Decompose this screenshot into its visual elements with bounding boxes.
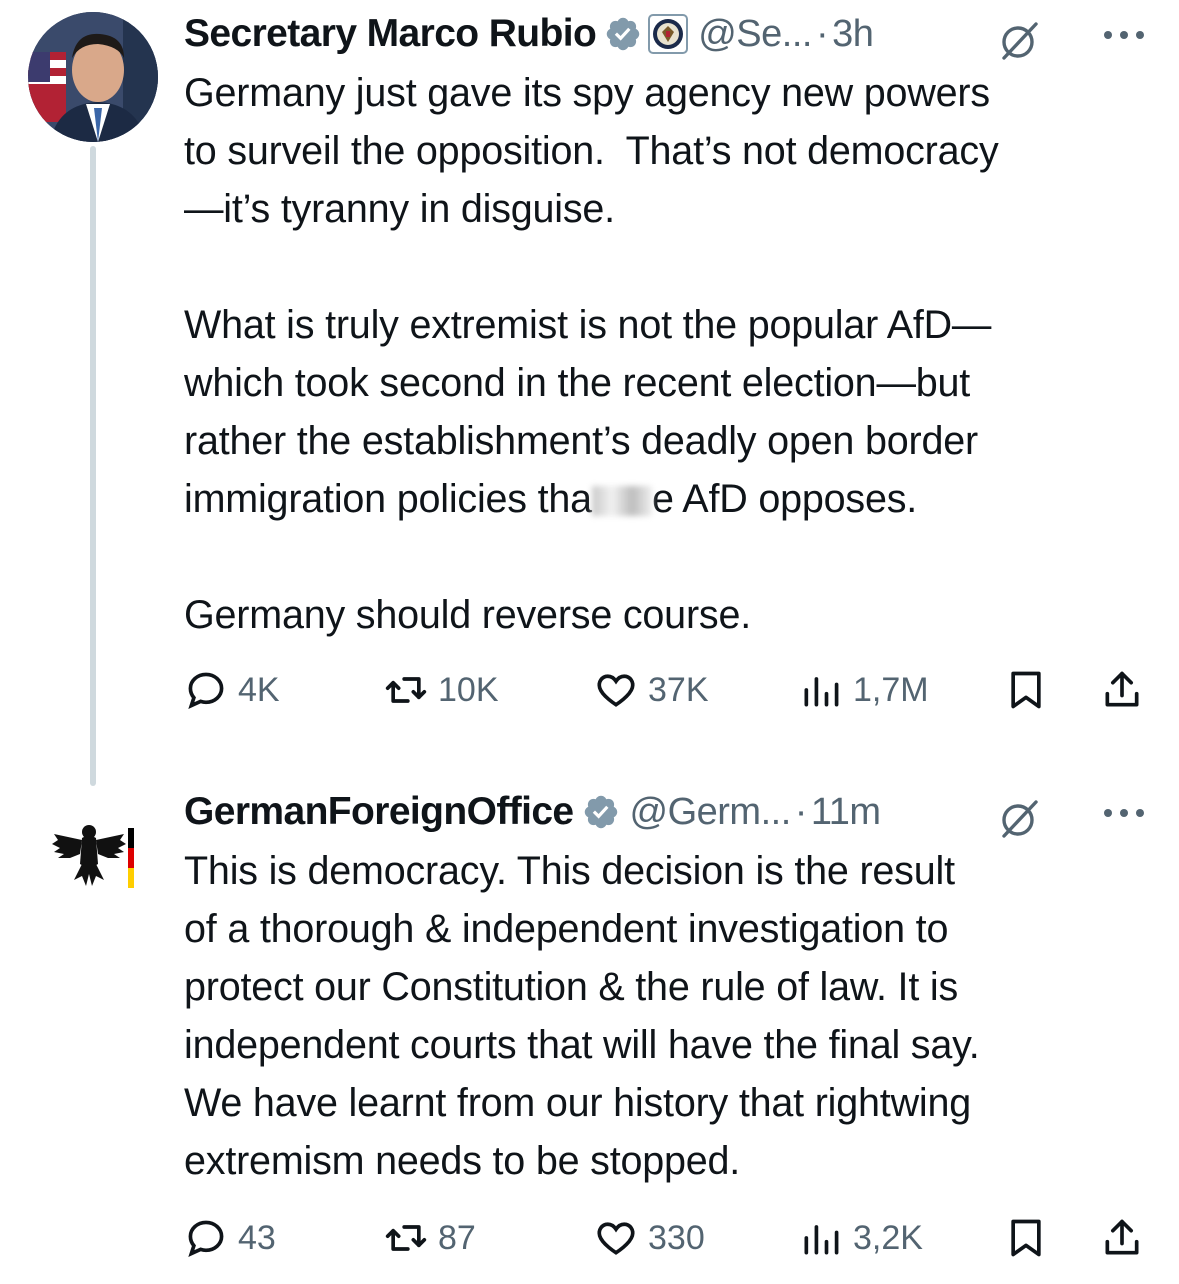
author-handle[interactable]: @Germ...: [630, 791, 792, 834]
state-seal-icon: [648, 14, 689, 54]
tweet-actions: 43 87 330 3,2K: [184, 1208, 1149, 1268]
author-name[interactable]: GermanForeignOffice: [184, 790, 574, 834]
more-icon[interactable]: [1102, 808, 1146, 818]
more-icon[interactable]: [1102, 30, 1146, 40]
repost-count: 87: [438, 1218, 476, 1257]
tweet-german-foreign-office[interactable]: GermanForeignOffice @Germ... · 11m This …: [184, 784, 1154, 1190]
tweet-text: This is democracy. This decision is the …: [184, 849, 980, 1183]
tweet-paragraph-1: Germany just gave its spy agency new pow…: [184, 71, 999, 231]
author-handle[interactable]: @Se...: [698, 13, 812, 56]
repost-button[interactable]: 87: [384, 1208, 476, 1268]
tweet-actions: 4K 10K 37K 1,7M: [184, 660, 1149, 720]
thread-connector-line: [90, 146, 96, 786]
blurred-text: [591, 486, 652, 516]
reply-button[interactable]: 4K: [184, 660, 280, 720]
tweet-time[interactable]: 11m: [811, 791, 881, 834]
separator-dot: ·: [794, 790, 808, 833]
like-button[interactable]: 37K: [594, 660, 709, 720]
like-button[interactable]: 330: [594, 1208, 705, 1268]
bookmark-button[interactable]: [1004, 660, 1058, 720]
tweet-paragraph-2-end: e AfD opposes.: [651, 477, 918, 521]
view-count: 3,2K: [853, 1218, 923, 1257]
tweet-time[interactable]: 3h: [832, 13, 874, 56]
bookmark-icon: [1011, 1219, 1041, 1257]
reply-count: 4K: [238, 670, 280, 709]
share-button[interactable]: [1100, 660, 1154, 720]
views-button[interactable]: 1,7M: [799, 660, 929, 720]
grok-icon[interactable]: [998, 18, 1042, 62]
grok-icon[interactable]: [998, 796, 1042, 840]
verified-badge-icon: [584, 795, 617, 829]
reply-icon: [188, 672, 224, 709]
like-icon: [597, 1222, 635, 1255]
reply-count: 43: [238, 1218, 276, 1257]
share-button[interactable]: [1100, 1208, 1154, 1268]
repost-icon: [385, 1225, 427, 1251]
tweet-text: Germany just gave its spy agency new pow…: [184, 64, 1154, 644]
repost-icon: [385, 677, 427, 703]
repost-count: 10K: [438, 670, 499, 709]
view-count: 1,7M: [853, 670, 929, 709]
avatar[interactable]: [28, 12, 158, 142]
reply-button[interactable]: 43: [184, 1208, 276, 1268]
share-icon: [1105, 671, 1139, 707]
share-icon: [1105, 1219, 1139, 1255]
reply-icon: [188, 1220, 224, 1257]
tweet-rubio[interactable]: Secretary Marco Rubio @Se... · 3h German…: [184, 6, 1154, 644]
views-icon: [804, 677, 839, 707]
like-count: 37K: [648, 670, 709, 709]
views-button[interactable]: 3,2K: [799, 1208, 923, 1268]
bookmark-icon: [1011, 671, 1041, 709]
tweet-paragraph-3: Germany should reverse course.: [184, 593, 752, 637]
separator-dot: ·: [815, 12, 829, 55]
like-count: 330: [648, 1218, 705, 1257]
author-name[interactable]: Secretary Marco Rubio: [184, 12, 597, 56]
bookmark-button[interactable]: [1004, 1208, 1058, 1268]
avatar-eagle[interactable]: [52, 820, 138, 896]
avatar-portrait: [28, 12, 158, 142]
repost-button[interactable]: 10K: [384, 660, 499, 720]
eagle-icon: [52, 825, 134, 888]
like-icon: [597, 674, 635, 707]
views-icon: [804, 1225, 839, 1255]
verified-badge-icon: [606, 17, 640, 51]
